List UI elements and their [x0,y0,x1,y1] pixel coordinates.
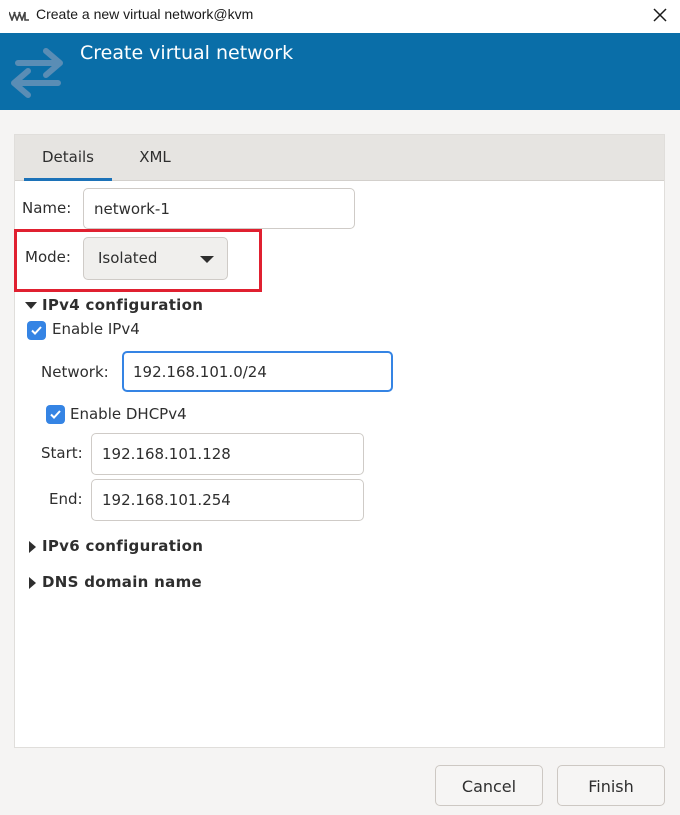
ipv6-section-label: IPv6 configuration [42,537,204,555]
network-label: Network: [41,363,109,381]
end-label: End: [49,490,83,508]
start-address-input[interactable] [91,433,364,475]
header-banner: Create virtual network [0,33,680,110]
expander-right-icon [29,541,36,553]
ipv4-section-label: IPv4 configuration [42,296,204,314]
network-input[interactable] [122,351,393,392]
window-title: Create a new virtual network@kvm [36,6,254,22]
title-bar: Create a new virtual network@kvm [0,0,680,33]
finish-button[interactable]: Finish [557,765,665,806]
close-icon [653,8,667,22]
close-button[interactable] [644,0,680,33]
tab-bar: Details XML [15,135,664,181]
start-label: Start: [41,444,83,462]
network-arrows-icon [11,48,63,98]
banner-title: Create virtual network [80,42,294,64]
enable-dhcpv4-label[interactable]: Enable DHCPv4 [70,405,187,423]
checkmark-icon [31,326,42,335]
enable-dhcpv4-checkbox[interactable] [46,405,65,424]
name-input[interactable] [83,188,355,229]
name-label: Name: [22,199,72,217]
tab-details[interactable]: Details [24,135,112,181]
expander-down-icon [25,302,37,309]
enable-ipv4-label[interactable]: Enable IPv4 [52,320,140,338]
checkmark-icon [50,410,61,419]
dns-section-label: DNS domain name [42,573,202,591]
enable-ipv4-checkbox[interactable] [27,321,46,340]
mode-highlight-box [14,229,262,292]
end-address-input[interactable] [91,479,364,521]
tab-xml[interactable]: XML [122,135,188,180]
virt-manager-logo-icon [9,11,29,21]
expander-right-icon [29,577,36,589]
cancel-button[interactable]: Cancel [435,765,543,806]
